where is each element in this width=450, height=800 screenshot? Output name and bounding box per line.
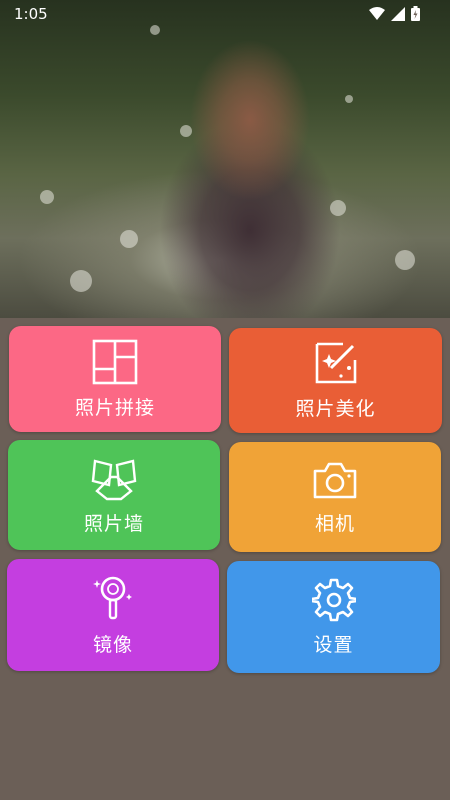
magic-wand-photo-icon bbox=[315, 342, 356, 384]
battery-icon bbox=[411, 6, 420, 21]
wifi-icon bbox=[369, 6, 385, 20]
tile-photo-wall[interactable]: 照片墙 bbox=[8, 440, 220, 550]
tile-photo-collage[interactable]: 照片拼接 bbox=[9, 326, 221, 432]
hero-photo bbox=[0, 0, 450, 318]
tile-label: 照片拼接 bbox=[74, 396, 155, 419]
tile-label: 相机 bbox=[314, 512, 355, 535]
tile-mirror[interactable]: 镜像 bbox=[7, 559, 219, 671]
tile-label: 设置 bbox=[313, 633, 354, 656]
camera-icon bbox=[313, 462, 357, 498]
signal-icon bbox=[391, 6, 405, 21]
collage-layout-icon bbox=[92, 339, 138, 384]
tile-camera[interactable]: 相机 bbox=[229, 442, 441, 552]
gear-icon bbox=[311, 578, 356, 621]
tile-settings[interactable]: 设置 bbox=[227, 561, 440, 673]
status-bar: 1:05 bbox=[0, 0, 450, 28]
tile-label: 镜像 bbox=[92, 633, 133, 656]
tile-label: 照片墙 bbox=[83, 512, 144, 535]
photo-wall-icon bbox=[91, 458, 137, 500]
tile-photo-beautify[interactable]: 照片美化 bbox=[229, 328, 442, 433]
status-time: 1:05 bbox=[14, 5, 48, 23]
mirror-icon bbox=[93, 576, 132, 619]
tile-label: 照片美化 bbox=[295, 398, 376, 420]
